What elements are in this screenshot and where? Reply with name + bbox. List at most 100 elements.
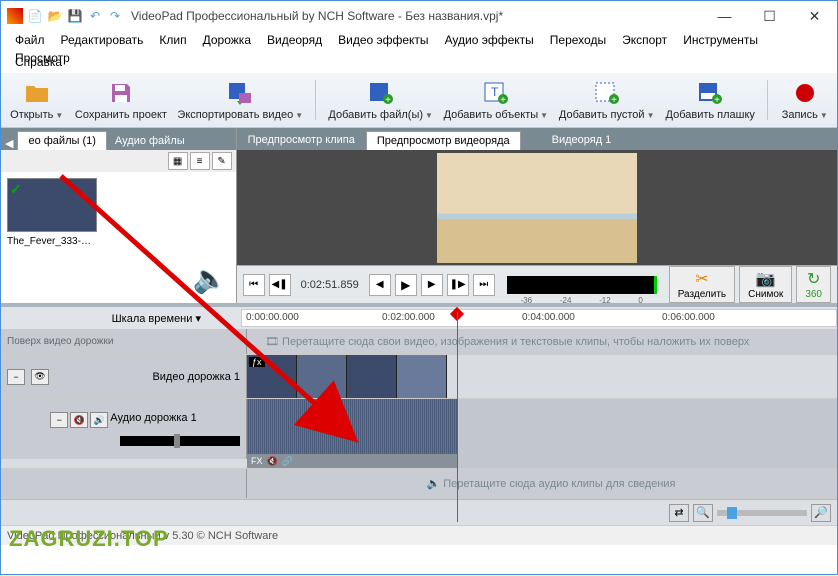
preview-viewport[interactable] <box>237 150 837 265</box>
media-tab-video-files[interactable]: ео файлы (1) <box>17 131 106 150</box>
audio-track-row: − 🔇 🔊 Аудио дорожка 1 FX 🔇 🔗 <box>1 399 837 469</box>
volume-slider[interactable] <box>120 436 240 446</box>
ruler-tick: 0:06:00.000 <box>662 312 715 323</box>
menu-file[interactable]: Файл <box>7 31 53 49</box>
video-clip[interactable]: ƒx <box>247 355 447 398</box>
media-bin[interactable]: The_Fever_333-W... 🔈 <box>1 172 236 303</box>
menu-help[interactable]: Справка <box>7 53 70 71</box>
window-title: VideoPad Профессиональный by NCH Softwar… <box>131 9 702 23</box>
audio-track-label: Аудио дорожка 1 <box>110 412 196 428</box>
zoom-slider[interactable] <box>717 510 807 516</box>
record-dropdown-icon[interactable]: ▼ <box>820 111 828 120</box>
prev-frame-button[interactable]: ◀ <box>369 274 391 296</box>
preview-timecode: 0:02:51.859 <box>295 279 365 291</box>
view-edit-icon[interactable]: ✎ <box>212 152 232 170</box>
collapse-track-icon[interactable]: − <box>7 369 25 385</box>
export-video-button[interactable]: Экспортировать видео▼ <box>175 77 305 123</box>
add-plate-icon: + <box>696 79 724 107</box>
audio-clip-mute-icon[interactable]: 🔇 <box>267 456 278 467</box>
audio-clip[interactable]: FX 🔇 🔗 <box>247 399 457 468</box>
next-frame-button[interactable]: ▶ <box>421 274 443 296</box>
speaker-icon: 🔈 <box>193 262 228 295</box>
audio-mix-dropzone[interactable]: 🔈 Перетащите сюда аудио клипы для сведен… <box>247 469 837 498</box>
quick-access-toolbar: 📄 📂 💾 ↶ ↷ <box>27 8 123 24</box>
visibility-icon[interactable]: 👁 <box>31 369 49 385</box>
qat-undo-icon[interactable]: ↶ <box>87 8 103 24</box>
svg-text:+: + <box>611 95 617 105</box>
toolbar-separator-2 <box>767 80 768 120</box>
timescale-label[interactable]: Шкала времени ▾ <box>1 312 241 325</box>
export-label: Экспортировать видео <box>177 109 293 121</box>
snapshot-button[interactable]: 📷 Снимок <box>739 266 792 303</box>
export-dropdown-icon[interactable]: ▼ <box>295 111 303 120</box>
add-objects-button[interactable]: T+ Добавить объекты▼ <box>441 77 550 123</box>
solo-icon[interactable]: 🔊 <box>90 412 108 428</box>
record-icon <box>791 79 819 107</box>
audio-link-icon[interactable]: 🔗 <box>282 456 293 467</box>
qat-save-icon[interactable]: 💾 <box>67 8 83 24</box>
step-back-button[interactable]: ◀❚ <box>269 274 291 296</box>
overlay-track-head: Поверх видео дорожки <box>1 329 247 354</box>
title-bar: 📄 📂 💾 ↶ ↷ VideoPad Профессиональный by N… <box>1 1 837 31</box>
step-fwd-button[interactable]: ❚▶ <box>447 274 469 296</box>
timeline-ruler[interactable]: 0:00:00.000 0:02:00.000 0:04:00.000 0:06… <box>241 309 837 327</box>
tab-sequence-1[interactable]: Видеоряд 1 <box>541 130 623 150</box>
overlay-track-dropzone[interactable]: 🎞 Перетащите сюда свои видео, изображени… <box>247 329 837 354</box>
add-files-dropdown-icon[interactable]: ▼ <box>425 111 433 120</box>
view-thumbnails-icon[interactable]: ▦ <box>168 152 188 170</box>
scroll-left-icon[interactable]: ◀ <box>5 137 13 150</box>
goto-end-button[interactable]: ⏭ <box>473 274 495 296</box>
add-plate-button[interactable]: + Добавить плашку <box>663 77 758 123</box>
menu-tools[interactable]: Инструменты <box>675 31 766 49</box>
add-empty-dropdown-icon[interactable]: ▼ <box>647 111 655 120</box>
menu-audio-fx[interactable]: Аудио эффекты <box>437 31 542 49</box>
open-button[interactable]: Открыть▼ <box>7 77 66 123</box>
qat-new-icon[interactable]: 📄 <box>27 8 43 24</box>
menu-clip[interactable]: Клип <box>151 31 194 49</box>
audio-level-meter <box>507 276 657 294</box>
menu-transitions[interactable]: Переходы <box>542 31 614 49</box>
menu-sequence[interactable]: Видеоряд <box>259 31 330 49</box>
timeline-mode-icon[interactable]: ⇄ <box>669 504 689 522</box>
save-project-button[interactable]: Сохранить проект <box>72 77 169 123</box>
menu-video-fx[interactable]: Видео эффекты <box>330 31 436 49</box>
play-button[interactable]: ▶ <box>395 274 417 296</box>
clip-caption: The_Fever_333-W... <box>7 236 97 247</box>
watermark-text: ZAGRUZI.TOP <box>9 526 169 552</box>
audio-track-head: − 🔇 🔊 Аудио дорожка 1 <box>1 399 247 459</box>
goto-start-button[interactable]: ⏮ <box>243 274 265 296</box>
open-dropdown-icon[interactable]: ▼ <box>55 111 63 120</box>
media-tab-audio-files[interactable]: Аудио файлы <box>107 132 193 150</box>
app-icon <box>7 8 23 24</box>
tab-clip-preview[interactable]: Предпросмотр клипа <box>237 130 366 150</box>
add-empty-button[interactable]: + Добавить пустой▼ <box>556 77 657 123</box>
menu-track[interactable]: Дорожка <box>195 31 259 49</box>
add-files-button[interactable]: + Добавить файл(ы)▼ <box>326 77 435 123</box>
minimize-button[interactable]: — <box>702 1 747 31</box>
zoom-out-icon[interactable]: 🔍 <box>693 504 713 522</box>
audio-track-body[interactable]: FX 🔇 🔗 <box>247 399 837 468</box>
ruler-tick: 0:02:00.000 <box>382 312 435 323</box>
scissors-icon: ✂ <box>695 269 708 289</box>
record-button[interactable]: Запись▼ <box>778 77 831 123</box>
add-objects-dropdown-icon[interactable]: ▼ <box>540 111 548 120</box>
fx-badge[interactable]: ƒx <box>249 357 265 367</box>
r360-button[interactable]: ↻ 360 <box>796 266 831 303</box>
zoom-in-icon[interactable]: 🔎 <box>811 504 831 522</box>
maximize-button[interactable]: ☐ <box>747 1 792 31</box>
clip-thumbnail <box>7 178 97 232</box>
audio-fx-icon[interactable]: FX <box>251 456 263 466</box>
mute-icon[interactable]: 🔇 <box>70 412 88 428</box>
qat-open-icon[interactable]: 📂 <box>47 8 63 24</box>
menu-edit[interactable]: Редактировать <box>53 31 152 49</box>
menu-export[interactable]: Экспорт <box>614 31 675 49</box>
view-list-icon[interactable]: ≡ <box>190 152 210 170</box>
tab-sequence-preview[interactable]: Предпросмотр видеоряда <box>366 131 521 150</box>
close-button[interactable]: ✕ <box>792 1 837 31</box>
video-track-body[interactable]: ƒx <box>247 355 837 398</box>
qat-redo-icon[interactable]: ↷ <box>107 8 123 24</box>
add-empty-icon: + <box>593 79 621 107</box>
media-clip-item[interactable]: The_Fever_333-W... <box>7 178 97 247</box>
collapse-audio-icon[interactable]: − <box>50 412 68 428</box>
split-button[interactable]: ✂ Разделить <box>669 266 735 303</box>
